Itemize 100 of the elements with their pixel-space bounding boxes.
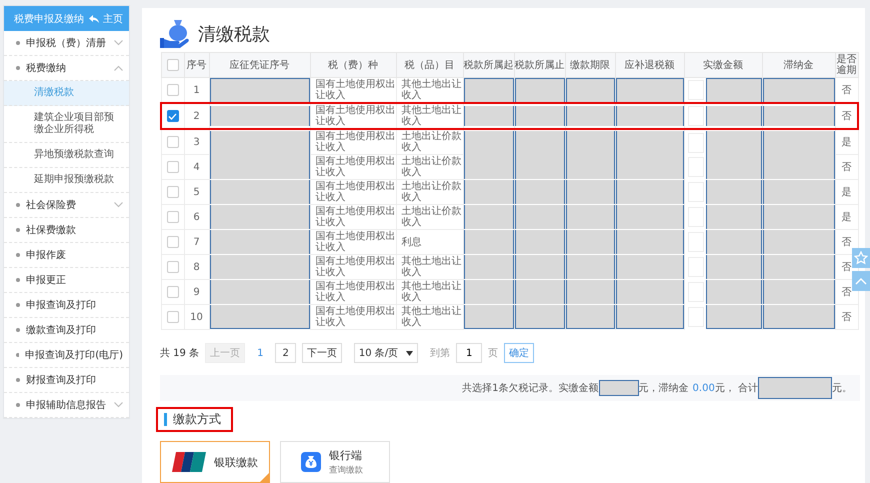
table-cell: 国有土地使用权出让收入 (316, 281, 396, 304)
table-row[interactable]: 8 国有土地使用权出让收入 其他土地出让收入 否 (161, 254, 858, 280)
sidebar-subitem[interactable]: 延期申报预缴税款 (4, 168, 129, 193)
sidebar-item[interactable]: 申报查询及打印 (4, 293, 129, 318)
table-row[interactable]: 4 国有土地使用权出让收入 土地出让价款收入 否 (161, 154, 858, 180)
table-cell: 其他土地出让收入 (402, 306, 462, 328)
sidebar-item[interactable]: 财报查询及打印 (4, 368, 129, 393)
column-header: 滞纳金 (784, 60, 814, 71)
table-cell: 土地出让价款收入 (402, 131, 462, 154)
table-cell: 国有土地使用权出让收入 (316, 131, 396, 154)
redacted-block (464, 106, 514, 126)
reply-arrow-icon (89, 14, 99, 22)
table-cell: 否 (842, 84, 852, 96)
redacted-block (514, 106, 564, 126)
page-button[interactable]: 2 (275, 343, 296, 364)
sidebar-subitem[interactable]: 建筑企业项目部预缴企业所得税 (4, 106, 129, 143)
table-cell: 6 (193, 212, 200, 223)
bullet-icon (16, 253, 20, 257)
table-cell: 否 (842, 162, 852, 173)
summary-text: 元，滞纳金 (638, 382, 689, 396)
redacted-block (514, 78, 564, 102)
redacted-block (464, 205, 514, 230)
favorite-button[interactable] (852, 248, 870, 268)
sidebar-item[interactable]: 社保费缴款 (4, 218, 129, 243)
money-bag-icon (301, 452, 321, 472)
star-icon (854, 251, 868, 265)
redacted-block (762, 255, 834, 280)
redacted-block (616, 155, 684, 180)
sidebar-item[interactable]: 申报更正 (4, 268, 129, 293)
table-row[interactable]: 9 国有土地使用权出让收入 其他土地出让收入 否 (161, 280, 858, 305)
checkbox[interactable] (166, 261, 178, 274)
sidebar-item[interactable]: 社会保险费 (4, 193, 129, 218)
check-corner-icon (260, 473, 269, 482)
checkbox[interactable] (166, 236, 178, 248)
payment-option[interactable]: 银行端 查询缴款 (280, 441, 390, 483)
redacted-block (616, 106, 684, 126)
checkbox[interactable] (166, 311, 178, 324)
redacted-block (598, 380, 639, 396)
redacted-block (762, 130, 834, 155)
column-header: 税（品）目 (404, 60, 454, 71)
sidebar-item[interactable]: 申报税（费）清册 (4, 31, 129, 56)
redacted-block (706, 155, 762, 180)
sidebar-item[interactable]: 申报辅助信息报告 (4, 393, 129, 418)
table-cell: 是 (842, 186, 852, 198)
next-page-button[interactable]: 下一页 (302, 343, 342, 364)
redacted-block (616, 255, 684, 280)
sidebar-subitem[interactable]: 异地预缴税款查询 (4, 143, 129, 168)
checkbox[interactable] (166, 186, 178, 198)
redacted-block (514, 130, 564, 155)
table-row[interactable]: 10 国有土地使用权出让收入 其他土地出让收入 否 (161, 304, 858, 330)
table-row[interactable]: 5 国有土地使用权出让收入 土地出让价款收入 是 (161, 180, 858, 205)
sidebar-item[interactable]: 申报作废 (4, 243, 129, 268)
checkbox[interactable] (166, 161, 178, 174)
checkbox[interactable] (166, 84, 178, 96)
summary-text: 共选择1条欠税记录。实缴金额 (462, 382, 599, 396)
table-cell: 否 (841, 110, 852, 122)
payment-option[interactable]: 银联缴款 (160, 441, 270, 483)
table-cell: 国有土地使用权出让收入 (316, 231, 396, 254)
checkbox[interactable] (166, 286, 178, 298)
checkbox[interactable] (166, 211, 178, 224)
redacted-block (706, 230, 762, 254)
page-size-dropdown[interactable]: 10 条/页 (354, 343, 418, 364)
table-cell: 其他土地出让收入 (402, 256, 462, 278)
table-row[interactable]: 1 国有土地使用权出让收入 其他土地出让收入 否 (161, 78, 858, 104)
bullet-icon (16, 66, 20, 70)
checkbox[interactable] (166, 59, 178, 72)
chevron-down-icon (114, 202, 123, 208)
table-row[interactable]: 2 国有土地使用权出让收入 其他土地出让收入 否 (161, 103, 858, 130)
checkbox[interactable] (166, 110, 179, 122)
redacted-block (464, 255, 514, 280)
confirm-button[interactable]: 确定 (504, 343, 534, 364)
redacted-block (762, 78, 834, 102)
amount-input[interactable] (688, 80, 704, 100)
page-number-field[interactable]: 1 (456, 343, 482, 364)
redacted-block (616, 180, 684, 204)
table-cell: 否 (842, 312, 852, 323)
table-row[interactable]: 6 国有土地使用权出让收入 土地出让价款收入 是 (161, 204, 858, 230)
bullet-icon (16, 403, 20, 407)
amount-input[interactable] (688, 106, 704, 126)
redacted-block (566, 305, 614, 330)
bullet-icon (16, 41, 20, 45)
redacted-block (566, 255, 614, 280)
table-row[interactable]: 3 国有土地使用权出让收入 土地出让价款收入 是 (161, 129, 858, 155)
sidebar-item[interactable]: 申报查询及打印(电厅) (4, 343, 129, 368)
chevron-down-icon (114, 402, 123, 408)
table-cell: 否 (842, 286, 852, 298)
redacted-block (706, 180, 762, 204)
bullet-icon (16, 353, 20, 357)
table-cell: 国有土地使用权出让收入 (316, 105, 396, 128)
redacted-block (464, 155, 514, 180)
redacted-block (762, 280, 834, 304)
sidebar-item[interactable]: 缴款查询及打印 (4, 318, 129, 343)
redacted-block (706, 106, 762, 126)
dropdown-caret-icon (406, 350, 414, 356)
redacted-block (514, 180, 564, 204)
back-to-top-button[interactable] (852, 271, 870, 291)
redacted-block (616, 280, 684, 304)
checkbox[interactable] (166, 136, 178, 148)
table-cell: 国有土地使用权出让收入 (316, 156, 396, 178)
redacted-block (762, 180, 834, 204)
